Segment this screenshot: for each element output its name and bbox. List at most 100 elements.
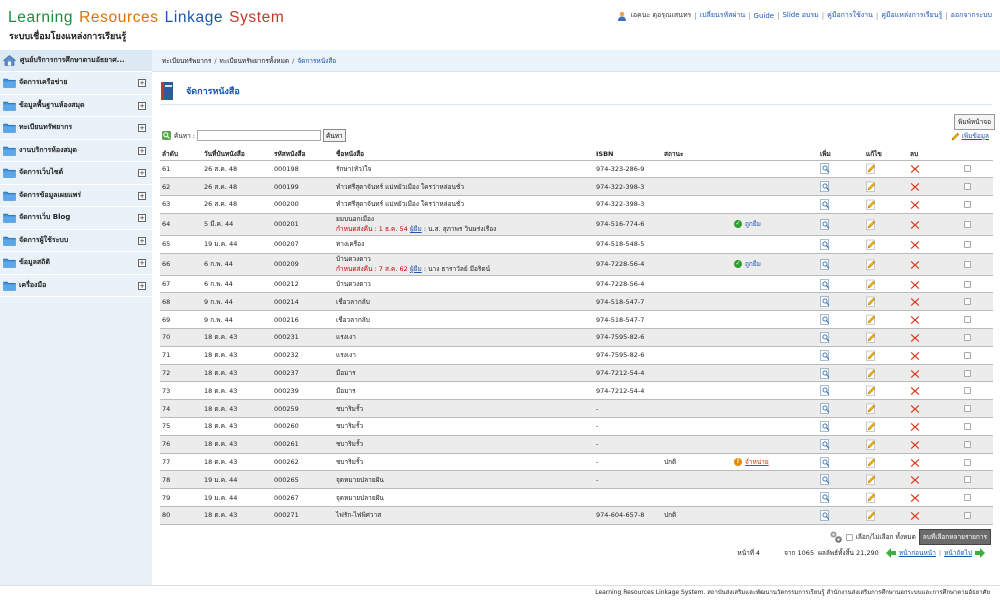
expand-icon[interactable]: + [138,146,146,155]
expand-icon[interactable]: + [138,191,146,200]
borrower-link[interactable]: ผู้ยืม [410,225,422,233]
sidebar-item[interactable]: จัดการเว็บไซต์ + [0,162,152,185]
row-checkbox[interactable] [964,298,971,306]
prev-page-link[interactable]: หน้าก่อนหน้า [899,548,936,558]
delete-icon[interactable] [910,163,920,174]
delete-icon[interactable] [910,279,920,290]
sidebar-item[interactable]: จัดการข้อมูลเผยแพร่ + [0,185,152,207]
delete-icon[interactable] [910,421,920,432]
row-checkbox[interactable] [964,260,971,268]
row-checkbox[interactable] [964,458,971,466]
row-checkbox[interactable] [964,220,971,228]
delete-icon[interactable] [910,219,920,230]
row-checkbox[interactable] [964,405,971,413]
edit-icon[interactable] [866,492,876,503]
view-icon[interactable] [820,367,830,379]
edit-icon[interactable] [866,350,876,361]
delete-icon[interactable] [910,492,920,503]
delete-icon[interactable] [910,403,920,414]
edit-icon[interactable] [866,314,876,325]
view-icon[interactable] [820,438,830,450]
row-checkbox[interactable] [964,316,971,324]
edit-icon[interactable] [866,181,876,192]
search-button[interactable]: ค้นหา [322,129,346,142]
sidebar-item[interactable]: ข้อมูลพื้นฐานห้องสมุด + [0,95,152,117]
row-checkbox[interactable] [964,351,971,359]
edit-icon[interactable] [866,385,876,397]
expand-icon[interactable]: + [138,169,146,177]
row-checkbox[interactable] [964,369,971,377]
breadcrumb-item-all-resources[interactable]: ทะเบียนทรัพยากรทั้งหมด [220,56,290,66]
delete-icon[interactable] [910,385,920,396]
sidebar-item[interactable]: ข้อมูลสถิติ + [0,252,152,275]
expand-icon[interactable]: + [138,259,146,267]
view-icon[interactable] [820,403,830,414]
edit-icon[interactable] [866,510,876,521]
sidebar-item[interactable]: จัดการเครือข่าย + [0,72,152,95]
edit-icon[interactable] [866,239,876,250]
print-button[interactable]: พิมพ์หน้าจอ [954,114,995,130]
next-arrow-icon[interactable] [974,547,986,559]
row-checkbox[interactable] [964,422,971,430]
delete-icon[interactable] [910,474,920,485]
view-icon[interactable] [820,421,830,432]
add-record-link[interactable]: เพิ่มข้อมูล [962,131,989,141]
row-checkbox[interactable] [964,280,971,288]
view-icon[interactable] [820,456,830,468]
delete-icon[interactable] [910,259,920,270]
row-checkbox[interactable] [964,440,971,448]
delete-icon[interactable] [910,239,920,250]
edit-icon[interactable] [866,368,876,379]
delete-icon[interactable] [910,314,920,325]
edit-icon[interactable] [866,199,876,210]
view-icon[interactable] [820,474,830,486]
row-checkbox[interactable] [964,511,971,519]
bulk-delete-button[interactable]: ลบที่เลือกหลายรายการ [918,529,991,545]
view-icon[interactable] [820,278,830,290]
expand-icon[interactable]: + [138,124,146,132]
row-checkbox[interactable] [964,200,971,208]
delete-icon[interactable] [910,439,920,450]
row-checkbox[interactable] [964,240,971,248]
expand-icon[interactable]: + [138,236,146,245]
delete-icon[interactable] [910,332,920,343]
edit-icon[interactable] [866,439,876,450]
expand-icon[interactable]: + [138,101,146,110]
expand-icon[interactable]: + [138,214,146,222]
view-icon[interactable] [820,332,830,343]
view-icon[interactable] [820,199,830,210]
edit-icon[interactable] [866,259,876,270]
view-icon[interactable] [820,258,830,270]
edit-icon[interactable] [866,279,876,290]
delete-icon[interactable] [910,199,920,210]
view-icon[interactable] [820,181,830,192]
edit-icon[interactable] [866,474,876,486]
nav-user-manual[interactable]: คู่มือการใช้งาน [827,10,873,21]
expand-icon[interactable]: + [138,79,146,87]
view-icon[interactable] [820,492,830,503]
delete-icon[interactable] [910,181,920,192]
select-all-checkbox[interactable] [845,533,853,541]
nav-change-password[interactable]: เปลี่ยนรหัสผ่าน [700,10,745,21]
delete-icon[interactable] [910,350,920,361]
edit-icon[interactable] [866,457,876,468]
row-checkbox[interactable] [964,494,971,502]
delete-icon[interactable] [910,510,920,521]
expand-icon[interactable]: + [138,281,146,290]
edit-icon[interactable] [866,421,876,432]
nav-learning-manual[interactable]: คู่มือแหล่งการเรียนรู้ [881,10,942,21]
page-number-input[interactable] [756,548,783,558]
view-icon[interactable] [820,163,830,175]
nav-slide[interactable]: Slide อบรม [782,10,818,21]
edit-icon[interactable] [866,403,876,414]
row-checkbox[interactable] [964,165,971,173]
search-input[interactable] [196,130,321,141]
breadcrumb-item-resources[interactable]: ทะเบียนทรัพยากร [162,56,211,66]
sidebar-item[interactable]: จัดการผู้ใช้ระบบ + [0,230,152,252]
view-icon[interactable] [820,296,830,308]
sidebar-item[interactable]: ทะเบียนทรัพยากร + [0,117,152,140]
row-checkbox[interactable] [964,387,971,395]
sidebar-item[interactable]: เครื่องมือ + [0,275,152,297]
next-page-link[interactable]: หน้าถัดไป [944,548,972,558]
edit-icon[interactable] [866,219,876,230]
